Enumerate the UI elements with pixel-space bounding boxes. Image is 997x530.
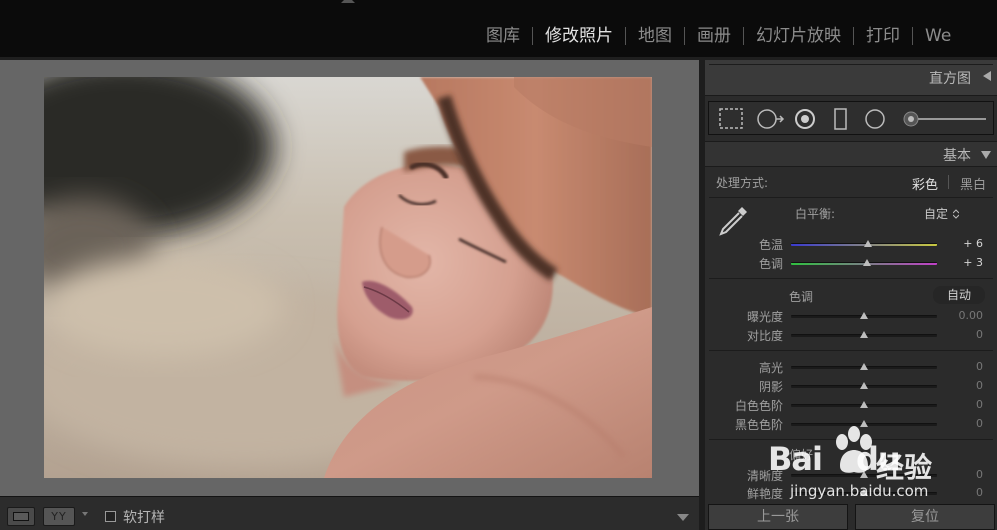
develop-tool-strip [708, 101, 994, 135]
previous-button[interactable]: 上一张 [708, 504, 848, 530]
histogram-divider [709, 64, 993, 65]
before-after-caret-icon[interactable] [82, 512, 88, 516]
basic-panel-header[interactable]: 基本 [705, 141, 997, 167]
process-label: 处理方式: [716, 176, 769, 190]
presence-label: 偏好 [789, 448, 814, 462]
adjustment-brush-icon[interactable] [903, 111, 986, 127]
bottom-toolbar: YY 软打样 [0, 496, 699, 530]
section-divider [709, 278, 993, 279]
contrast-value[interactable]: 0 [943, 328, 983, 341]
section-divider [709, 439, 993, 440]
clarity-slider[interactable] [791, 471, 937, 478]
section-divider [709, 350, 993, 351]
blacks-slider-thumb[interactable] [860, 420, 868, 427]
temp-label: 色温 [758, 238, 783, 252]
white-balance-stepper-icon[interactable] [953, 209, 959, 219]
histogram-title: 直方图 [929, 71, 971, 87]
photo-preview[interactable] [44, 77, 652, 478]
right-panel: 直方图 基本 处理方式: 彩色 黑白 白平衡: 自定 色温 + 6 色调 + 3… [705, 60, 997, 530]
clarity-slider-thumb[interactable] [860, 471, 868, 478]
contrast-label: 对比度 [746, 329, 783, 343]
white-balance-label: 白平衡: [795, 207, 836, 221]
section-divider [709, 197, 993, 198]
whites-value[interactable]: 0 [943, 398, 983, 411]
tint-slider-thumb[interactable] [862, 259, 871, 266]
histogram-expand-arrow-icon[interactable] [983, 71, 991, 81]
exposure-label: 曝光度 [746, 310, 783, 324]
module-web[interactable]: We [913, 25, 963, 47]
vibrance-slider[interactable] [791, 489, 937, 496]
tone-auto-button[interactable]: 自动 [933, 286, 985, 304]
whites-label: 白色色阶 [734, 399, 783, 413]
toolbar-menu-arrow-icon[interactable] [677, 514, 689, 521]
red-eye-icon[interactable] [795, 109, 815, 129]
radial-filter-icon[interactable] [865, 109, 885, 129]
highlights-value[interactable]: 0 [943, 360, 983, 373]
shadows-slider[interactable] [791, 382, 937, 389]
module-bar: 图库 修改照片 地图 画册 幻灯片放映 打印 We [0, 0, 997, 57]
blacks-label: 黑色色阶 [734, 418, 783, 432]
highlights-slider-thumb[interactable] [860, 363, 868, 370]
process-bw-option[interactable]: 黑白 [960, 174, 986, 193]
soft-proof-checkbox[interactable] [105, 511, 116, 522]
module-develop[interactable]: 修改照片 [533, 25, 625, 47]
image-view [0, 60, 699, 496]
shadows-label: 阴影 [758, 380, 783, 394]
vibrance-value[interactable]: 0 [943, 486, 983, 499]
contrast-slider[interactable] [791, 331, 937, 338]
whites-slider-thumb[interactable] [860, 401, 868, 408]
exposure-slider-thumb[interactable] [860, 312, 868, 319]
exposure-slider[interactable] [791, 312, 937, 319]
contrast-slider-thumb[interactable] [860, 331, 868, 338]
loupe-view-button[interactable] [7, 507, 35, 526]
highlights-label: 高光 [758, 361, 783, 375]
soft-proof-label: 软打样 [123, 510, 165, 526]
histogram-header[interactable]: 直方图 [705, 60, 997, 96]
clarity-value[interactable]: 0 [943, 468, 983, 481]
shadows-slider-thumb[interactable] [860, 382, 868, 389]
blacks-slider[interactable] [791, 420, 937, 427]
process-separator [948, 175, 949, 189]
highlights-slider[interactable] [791, 363, 937, 370]
temp-slider-thumb[interactable] [864, 240, 873, 247]
module-map[interactable]: 地图 [626, 25, 684, 47]
spot-removal-icon[interactable] [757, 109, 785, 129]
module-print[interactable]: 打印 [854, 25, 912, 47]
basic-collapse-arrow-icon[interactable] [981, 151, 991, 159]
white-balance-dropper-icon[interactable] [715, 203, 751, 239]
vibrance-label: 鲜艳度 [746, 487, 783, 501]
clarity-label: 清晰度 [746, 469, 783, 483]
module-library[interactable]: 图库 [474, 25, 532, 47]
before-after-button[interactable]: YY [43, 507, 75, 526]
process-color-option[interactable]: 彩色 [912, 174, 938, 193]
temp-slider[interactable] [791, 240, 937, 247]
vibrance-slider-thumb[interactable] [860, 489, 868, 496]
tint-value[interactable]: + 3 [943, 256, 983, 269]
exposure-value[interactable]: 0.00 [943, 309, 984, 322]
white-balance-preset[interactable]: 自定 [924, 205, 948, 222]
crop-tool-icon[interactable] [719, 108, 743, 129]
panel-collapse-arrow-icon[interactable] [341, 0, 355, 3]
temp-value[interactable]: + 6 [943, 237, 983, 250]
module-book[interactable]: 画册 [685, 25, 743, 47]
tint-label: 色调 [758, 257, 783, 271]
module-slideshow[interactable]: 幻灯片放映 [744, 25, 853, 47]
reset-button[interactable]: 复位 [855, 504, 995, 530]
module-picker: 图库 修改照片 地图 画册 幻灯片放映 打印 We [474, 24, 963, 48]
loupe-view-icon [13, 512, 29, 521]
basic-panel-title: 基本 [943, 148, 971, 164]
whites-slider[interactable] [791, 401, 937, 408]
shadows-value[interactable]: 0 [943, 379, 983, 392]
graduated-filter-icon[interactable] [834, 108, 847, 130]
blacks-value[interactable]: 0 [943, 417, 983, 430]
tone-label: 色调 [789, 290, 814, 304]
tint-slider[interactable] [791, 259, 937, 266]
